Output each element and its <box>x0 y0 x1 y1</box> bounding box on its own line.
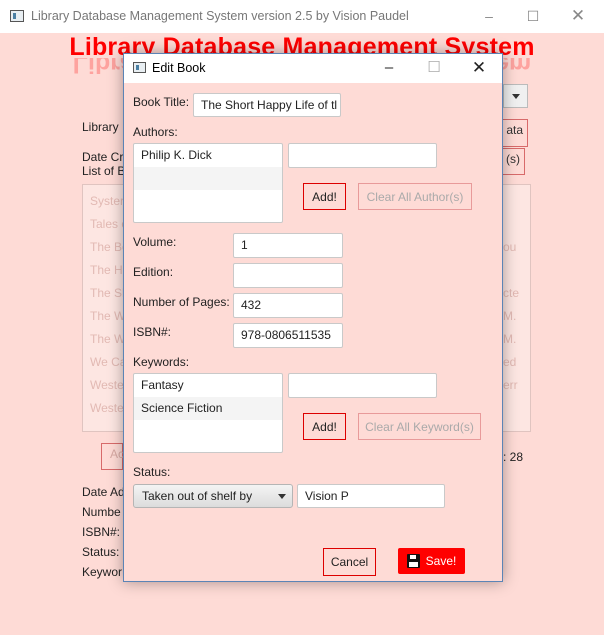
keyword-list-item[interactable]: Fantasy <box>134 374 282 397</box>
clear-all-authors-button[interactable]: Clear All Author(s) <box>358 183 472 210</box>
authors-label: Authors: <box>133 125 178 139</box>
edition-input[interactable] <box>233 263 343 288</box>
keywords-list[interactable]: Fantasy Science Fiction <box>133 373 283 453</box>
library-label: Library <box>82 120 119 134</box>
author-input[interactable] <box>288 143 437 168</box>
book-list-item[interactable]: Weste <box>90 401 124 415</box>
status-person-input[interactable]: Vision P <box>297 484 445 508</box>
app-icon <box>10 10 24 22</box>
keyword-input[interactable] <box>288 373 437 398</box>
close-icon[interactable]: ✕ <box>570 7 586 24</box>
library-select[interactable] <box>503 84 528 108</box>
isbn-input[interactable]: 978-0806511535 <box>233 323 343 348</box>
keyword-list-empty-row <box>134 420 282 443</box>
date-added-label: Date Ad <box>82 485 125 499</box>
status-label: Status: <box>133 465 171 479</box>
volume-label: Volume: <box>133 235 177 249</box>
book-list-item[interactable]: Syster <box>90 194 124 208</box>
book-list-item-tail: ed <box>503 355 517 369</box>
dialog-title: Edit Book <box>152 61 206 75</box>
main-window-title: Library Database Management System versi… <box>31 9 409 23</box>
dialog-close-icon[interactable]: ✕ <box>470 59 488 77</box>
isbn-label-bg: ISBN#: <box>82 525 121 539</box>
cancel-button[interactable]: Cancel <box>323 548 376 576</box>
list-of-books-label: List of B <box>82 164 126 178</box>
dialog-app-icon <box>133 62 146 73</box>
keywords-label: Keywords: <box>133 355 190 369</box>
dialog-minimize-icon[interactable]: – <box>380 59 398 77</box>
book-count: : 28 <box>503 450 524 464</box>
book-list-item[interactable]: We Ca <box>90 355 126 369</box>
book-title-input[interactable]: The Short Happy Life of tl <box>193 93 341 117</box>
isbn-label: ISBN#: <box>133 325 172 339</box>
pages-input[interactable]: 432 <box>233 293 343 318</box>
book-list-item[interactable]: The H <box>90 263 123 277</box>
author-list-empty-row <box>134 167 282 190</box>
edition-label: Edition: <box>133 265 174 279</box>
keyword-list-item[interactable]: Science Fiction <box>134 397 282 420</box>
pages-label: Number of Pages: <box>133 295 230 309</box>
maximize-icon[interactable]: ☐ <box>525 8 541 24</box>
authors-list[interactable]: Philip K. Dick <box>133 143 283 223</box>
book-title-label: Book Title: <box>133 95 190 109</box>
dialog-maximize-icon: ☐ <box>427 59 441 76</box>
dropdown-arrow-icon <box>278 494 286 499</box>
save-button-label: Save! <box>425 554 457 568</box>
book-list-item[interactable]: The W <box>90 332 125 346</box>
book-list-item-tail: M. <box>503 332 517 346</box>
book-list-item[interactable]: The W <box>90 309 125 323</box>
date-created-label: Date Cr <box>82 150 124 164</box>
number-label: Numbe <box>82 505 121 519</box>
add-keyword-button[interactable]: Add! <box>303 413 346 440</box>
add-author-button[interactable]: Add! <box>303 183 346 210</box>
keywords-label-bg: Keywor <box>82 565 123 579</box>
book-list-item-tail: M. <box>503 309 517 323</box>
book-list-item[interactable]: Weste <box>90 378 124 392</box>
status-select-value: Taken out of shelf by <box>142 489 253 503</box>
book-list-item-tail: cte <box>503 286 520 300</box>
status-select[interactable]: Taken out of shelf by <box>133 484 293 508</box>
save-button[interactable]: Save! <box>398 548 465 574</box>
dropdown-arrow-icon <box>512 94 520 99</box>
clear-all-keywords-button[interactable]: Clear All Keyword(s) <box>358 413 481 440</box>
minimize-icon[interactable]: – <box>481 8 497 24</box>
add-book-button[interactable]: Ac <box>101 443 124 470</box>
book-list-item-tail: err <box>503 378 518 392</box>
status-label-bg: Status: <box>82 545 120 559</box>
volume-input[interactable]: 1 <box>233 233 343 258</box>
author-list-item[interactable]: Philip K. Dick <box>134 144 282 167</box>
floppy-disk-icon <box>406 554 420 568</box>
book-list-item-tail: ou <box>503 240 517 254</box>
